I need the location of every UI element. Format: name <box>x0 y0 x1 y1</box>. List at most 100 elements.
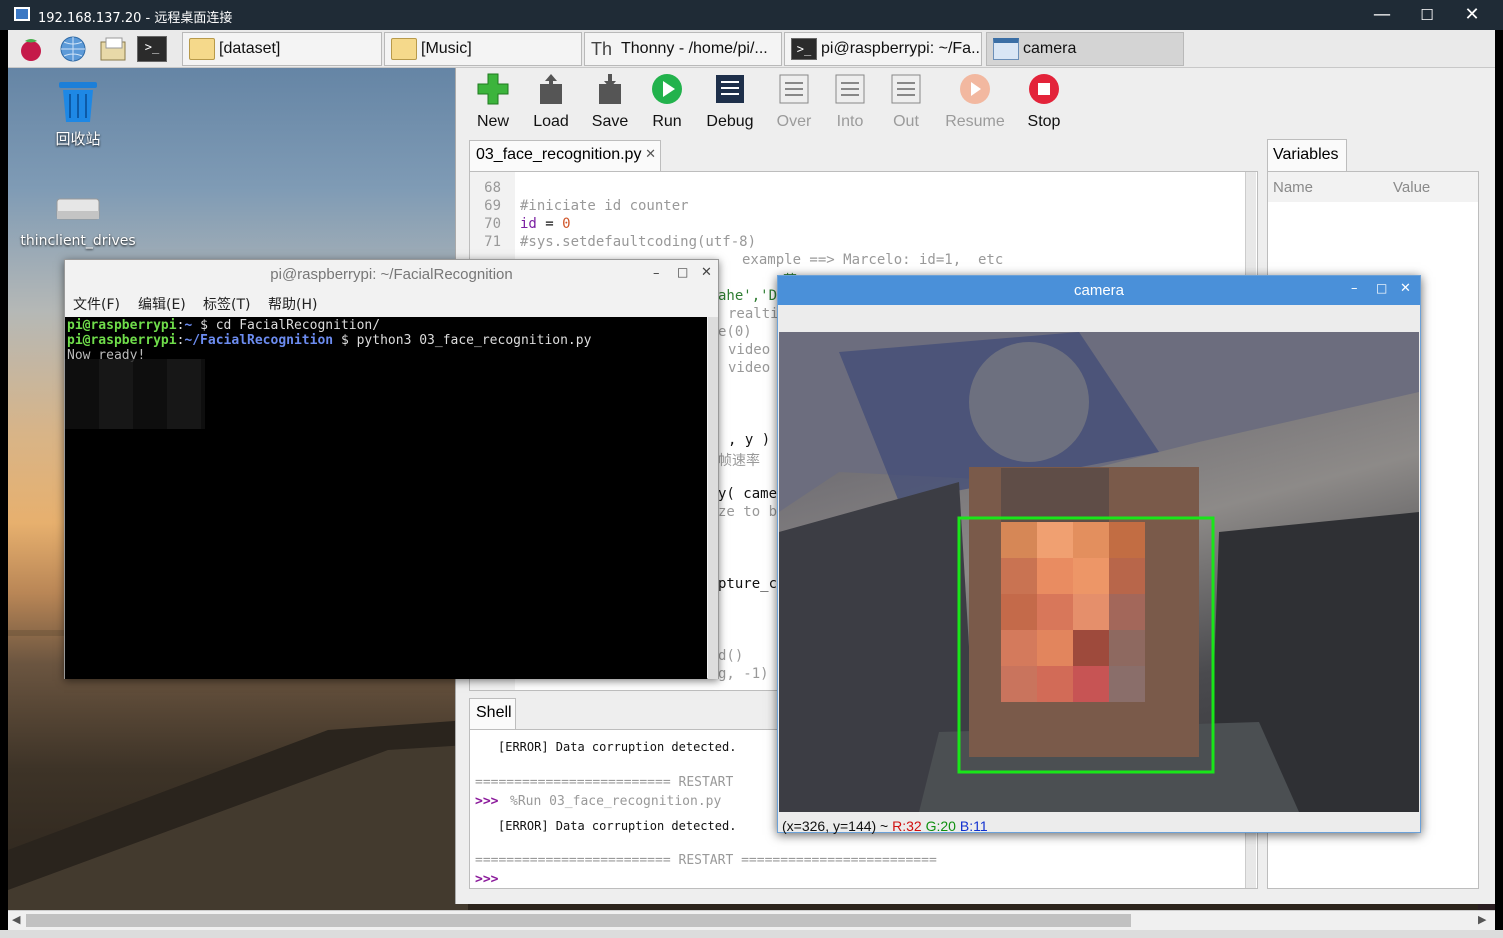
editor-tab[interactable]: 03_face_recognition.py ✕ <box>469 140 661 172</box>
maximize-icon[interactable]: □ <box>677 265 688 279</box>
step-out-button[interactable]: Out <box>875 68 937 131</box>
step-over-button[interactable]: Over <box>763 68 825 131</box>
plus-icon <box>477 73 509 105</box>
toolbar-label: Load <box>533 113 569 130</box>
window-icon <box>993 38 1019 60</box>
globe-icon[interactable] <box>58 34 88 64</box>
step-over-icon <box>779 74 809 104</box>
rdp-maximize-button[interactable]: ☐ <box>1404 0 1450 30</box>
line-number: 71 <box>484 234 501 250</box>
scroll-right-icon[interactable]: ▶ <box>1478 913 1486 926</box>
load-icon <box>540 74 562 104</box>
maximize-icon[interactable]: □ <box>1376 281 1387 295</box>
scroll-thumb[interactable] <box>26 914 1131 927</box>
variables-tab-label: Variables <box>1273 146 1339 163</box>
rdp-titlebar: 192.168.137.20 - 远程桌面连接 — ☐ ✕ <box>0 0 1503 30</box>
terminal-titlebar[interactable]: pi@raspberrypi: ~/FacialRecognition <box>65 260 718 290</box>
stop-button[interactable]: Stop <box>1013 68 1075 131</box>
code-line: example ==> Marcelo: id=1, etc <box>742 252 1004 268</box>
pixel-green: G:20 <box>925 818 956 834</box>
task-camera[interactable]: camera <box>986 32 1184 66</box>
shell-command: %Run 03_face_recognition.py <box>510 794 722 809</box>
code-fragment: g, -1) <box>718 666 769 682</box>
camera-window: camera – □ ✕ (x=326, y=144) ~ R:32 G:20 … <box>777 275 1421 834</box>
rdp-icon <box>14 7 30 21</box>
menu-help[interactable]: 帮助(H) <box>268 294 317 314</box>
column-value: Value <box>1393 179 1431 196</box>
task-music[interactable]: [Music] <box>384 32 582 66</box>
terminal-line: pi@raspberrypi:~ $ cd FacialRecognition/ <box>67 318 381 333</box>
shell-prompt[interactable]: >>> <box>475 872 498 887</box>
code-fragment: d() <box>718 648 744 664</box>
rdp-minimize-button[interactable]: — <box>1359 0 1405 30</box>
minimize-icon[interactable]: – <box>653 266 660 281</box>
debug-button[interactable]: Debug <box>699 68 761 131</box>
step-out-icon <box>891 74 921 104</box>
run-button[interactable]: Run <box>636 68 698 131</box>
save-icon <box>599 74 621 104</box>
trash-icon <box>59 82 97 122</box>
terminal-icon[interactable]: >_ <box>137 36 167 62</box>
scroll-left-icon[interactable]: ◀ <box>12 913 20 926</box>
bottom-edge <box>0 930 1503 938</box>
camera-feed <box>779 332 1419 812</box>
shell-restart-line: ========================= RESTART ======… <box>475 853 937 868</box>
folder-icon <box>189 38 215 60</box>
resume-button[interactable]: Resume <box>944 68 1006 131</box>
menu-tabs[interactable]: 标签(T) <box>203 294 250 314</box>
load-button[interactable]: Load <box>520 68 582 131</box>
variables-tab[interactable]: Variables <box>1267 139 1347 172</box>
step-into-button[interactable]: Into <box>819 68 881 131</box>
desktop-icon-label: 回收站 <box>55 130 101 148</box>
code-fragment: y( came <box>718 486 778 502</box>
files-icon[interactable] <box>98 34 128 64</box>
line-number: 69 <box>484 198 501 214</box>
save-button[interactable]: Save <box>579 68 641 131</box>
thonny-toolbar: New Load Save Run Debug Over Into Out Re… <box>462 68 1102 130</box>
taskbar: >_ [dataset] [Music] Th Thonny - /home/p… <box>8 30 1495 68</box>
code-fragment: 帧速率 <box>718 453 760 469</box>
terminal-screen[interactable]: pi@raspberrypi:~ $ cd FacialRecognition/… <box>65 317 707 679</box>
desktop-icon-label: thinclient_drives <box>20 233 136 249</box>
code-fragment: video <box>728 342 771 358</box>
play-icon <box>652 74 682 104</box>
code-line: id = 0 <box>520 216 571 232</box>
code-token: = <box>536 216 563 232</box>
close-icon[interactable]: ✕ <box>701 265 712 280</box>
camera-title: camera <box>1073 282 1125 299</box>
pixelated-region <box>65 359 205 429</box>
horizontal-scrollbar[interactable]: ◀ ▶ <box>8 910 1495 930</box>
menu-file[interactable]: 文件(F) <box>73 294 120 314</box>
minimize-icon[interactable]: – <box>1351 281 1358 296</box>
desktop-icon-recycle-bin[interactable]: 回收站 <box>18 80 138 149</box>
step-into-icon <box>835 74 865 104</box>
close-tab-icon[interactable]: ✕ <box>645 146 656 162</box>
raspberry-icon[interactable] <box>16 34 46 64</box>
line-number: 70 <box>484 216 501 232</box>
new-button[interactable]: New <box>462 68 524 131</box>
menu-edit[interactable]: 编辑(E) <box>138 294 186 314</box>
pixel-red: R:32 <box>892 818 922 834</box>
code-fragment: pture_c <box>718 576 778 592</box>
terminal-scrollbar[interactable] <box>708 317 718 679</box>
camera-statusbar: (x=326, y=144) ~ R:32 G:20 B:11 <box>782 818 988 834</box>
rdp-close-button[interactable]: ✕ <box>1449 0 1495 30</box>
variables-header: Name Value <box>1268 172 1478 202</box>
shell-tab[interactable]: Shell <box>469 698 516 730</box>
task-thonny[interactable]: Th Thonny - /home/pi/... <box>584 32 782 66</box>
shell-prompt: >>> <box>475 794 499 809</box>
task-terminal[interactable]: >_ pi@raspberrypi: ~/Fa... <box>784 32 982 66</box>
toolbar-label: Debug <box>706 113 754 130</box>
terminal-icon: >_ <box>791 38 817 60</box>
camera-titlebar[interactable]: camera <box>778 276 1420 305</box>
pixelated-face <box>969 467 1199 757</box>
task-label: pi@raspberrypi: ~/Fa... <box>821 40 982 57</box>
cursor-position: (x=326, y=144) ~ <box>782 818 893 834</box>
pixel-blue: B:11 <box>959 818 988 834</box>
desktop-icon-thinclient-drives[interactable]: thinclient_drives <box>18 193 138 249</box>
task-dataset[interactable]: [dataset] <box>182 32 382 66</box>
camera-scene <box>779 332 1419 812</box>
toolbar-label: Stop <box>1027 113 1061 130</box>
close-icon[interactable]: ✕ <box>1400 281 1411 296</box>
terminal-title: pi@raspberrypi: ~/FacialRecognition <box>270 266 513 283</box>
